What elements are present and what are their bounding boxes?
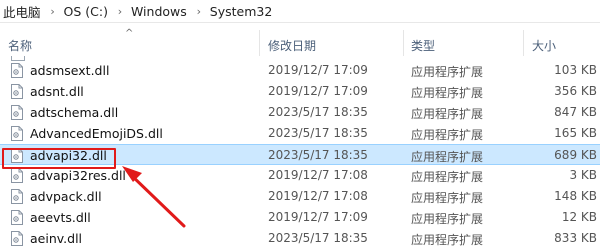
red-arrow-icon [122, 166, 186, 228]
